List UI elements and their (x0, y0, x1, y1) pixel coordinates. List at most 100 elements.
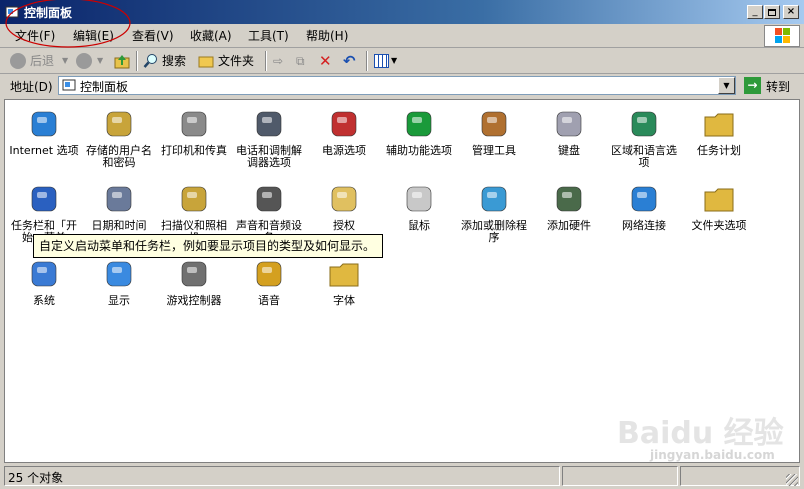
cp-item[interactable]: 显示 (82, 254, 156, 328)
back-button[interactable]: 后退 (30, 52, 54, 70)
address-dropdown-icon[interactable]: ▼ (718, 77, 735, 94)
cp-item[interactable]: 文件夹选项 (682, 179, 756, 253)
cp-item[interactable]: 电话和调制解调器选项 (232, 104, 306, 178)
cp-item-label: 添加硬件 (547, 219, 591, 232)
cp-item[interactable]: 游戏控制器 (157, 254, 231, 328)
up-folder-icon[interactable] (114, 53, 130, 69)
cp-item-label: 文件夹选项 (691, 219, 747, 232)
system-icon (28, 258, 60, 290)
menu-tools[interactable]: 工具(T) (248, 28, 289, 44)
cp-item-label: 任务计划 (697, 144, 741, 157)
certificate-icon (328, 183, 360, 215)
title-bar[interactable] (0, 0, 804, 24)
cp-item[interactable]: 电源选项 (307, 104, 381, 178)
folders-icon[interactable] (198, 54, 214, 68)
printer-icon (178, 108, 210, 140)
add-remove-programs-icon (478, 183, 510, 215)
back-dropdown-icon[interactable]: ▼ (62, 52, 68, 70)
display-icon (103, 258, 135, 290)
views-icon[interactable] (374, 54, 389, 68)
toolbar-separator (366, 51, 368, 71)
address-value[interactable]: 控制面板 (80, 78, 128, 95)
add-hardware-icon (553, 183, 585, 215)
cp-item[interactable]: 任务计划 (682, 104, 756, 178)
cp-item[interactable]: 存储的用户名和密码 (82, 104, 156, 178)
cp-item[interactable]: 字体 (307, 254, 381, 328)
cp-item[interactable]: 网络连接 (607, 179, 681, 253)
status-text: 25 个对象 (8, 471, 64, 485)
cp-item[interactable]: 语音 (232, 254, 306, 328)
menu-bar (0, 24, 804, 48)
cp-item-label: 鼠标 (408, 219, 430, 232)
maximize-icon (768, 8, 776, 16)
search-button[interactable]: 搜索 (162, 52, 186, 70)
cp-item-label: 语音 (258, 294, 280, 307)
folders-button[interactable]: 文件夹 (218, 52, 254, 70)
back-arrow-icon[interactable] (10, 53, 26, 69)
toolbar-separator (265, 51, 267, 71)
cp-item[interactable]: 管理工具 (457, 104, 531, 178)
cp-item[interactable]: 添加或删除程序 (457, 179, 531, 253)
cp-item-label: Internet 选项 (9, 144, 79, 157)
cp-item[interactable]: 鼠标 (382, 179, 456, 253)
taskbar-icon (28, 183, 60, 215)
cp-item-label: 存储的用户名和密码 (86, 144, 152, 169)
minimize-button[interactable]: _ (747, 5, 763, 19)
tooltip: 自定义启动菜单和任务栏，例如要显示项目的类型及如何显示。 (33, 234, 383, 258)
power-plug-icon (328, 108, 360, 140)
menu-file[interactable]: 文件(F) (15, 28, 55, 44)
cp-item[interactable]: 区域和语言选项 (607, 104, 681, 178)
cp-item-label: 网络连接 (622, 219, 666, 232)
cp-item-label: 显示 (108, 294, 130, 307)
cp-item-label: 添加或删除程序 (461, 219, 527, 244)
cp-item[interactable]: Internet 选项 (7, 104, 81, 178)
forward-arrow-icon[interactable] (76, 53, 92, 69)
address-label: 地址(D) (10, 80, 53, 94)
cp-item[interactable]: 添加硬件 (532, 179, 606, 253)
folder-options-icon (703, 183, 735, 215)
minimize-icon: _ (752, 6, 758, 17)
cp-item[interactable]: 系统 (7, 254, 81, 328)
scanner-camera-icon (178, 183, 210, 215)
control-panel-icon (5, 6, 19, 18)
menu-favorites[interactable]: 收藏(A) (190, 28, 232, 44)
fonts-folder-icon (328, 258, 360, 290)
cp-item-label: 电源选项 (322, 144, 366, 157)
close-button[interactable]: × (783, 5, 799, 19)
menu-edit[interactable]: 编辑(E) (73, 28, 114, 44)
forward-dropdown-icon[interactable]: ▼ (97, 52, 103, 70)
phone-modem-icon (253, 108, 285, 140)
undo-icon[interactable]: ↶ (343, 52, 356, 70)
cp-item[interactable]: 键盘 (532, 104, 606, 178)
address-field[interactable] (58, 76, 736, 95)
go-arrow-icon[interactable]: → (744, 77, 761, 94)
views-dropdown-icon[interactable]: ▼ (391, 52, 397, 70)
cp-item-label: 授权 (333, 219, 355, 232)
windows-logo-icon (764, 25, 800, 47)
speech-icon (253, 258, 285, 290)
delete-icon[interactable]: ✕ (319, 52, 332, 70)
status-pane-main (4, 466, 560, 486)
keys-icon (103, 108, 135, 140)
game-controller-icon (178, 258, 210, 290)
network-globe-icon (628, 183, 660, 215)
copy-to-icon[interactable]: ⧉ (296, 52, 305, 70)
move-to-icon[interactable]: ⇨ (273, 52, 283, 70)
mouse-icon (403, 183, 435, 215)
cp-item-label: 管理工具 (472, 144, 516, 157)
resize-grip[interactable] (786, 474, 798, 486)
watermark-url: jingyan.baidu.com (650, 448, 775, 462)
maximize-button[interactable] (764, 5, 780, 19)
cp-item[interactable]: 打印机和传真 (157, 104, 231, 178)
go-button[interactable]: 转到 (766, 78, 790, 95)
cp-item-label: 日期和时间 (91, 219, 147, 232)
search-icon[interactable] (143, 53, 159, 69)
window-title: 控制面板 (24, 6, 73, 20)
globe-check-icon (28, 108, 60, 140)
menu-view[interactable]: 查看(V) (132, 28, 174, 44)
cp-item[interactable]: 辅助功能选项 (382, 104, 456, 178)
scheduled-tasks-folder-icon (703, 108, 735, 140)
cp-item-label: 系统 (33, 294, 55, 307)
menu-help[interactable]: 帮助(H) (306, 28, 348, 44)
status-pane-3 (680, 466, 800, 486)
